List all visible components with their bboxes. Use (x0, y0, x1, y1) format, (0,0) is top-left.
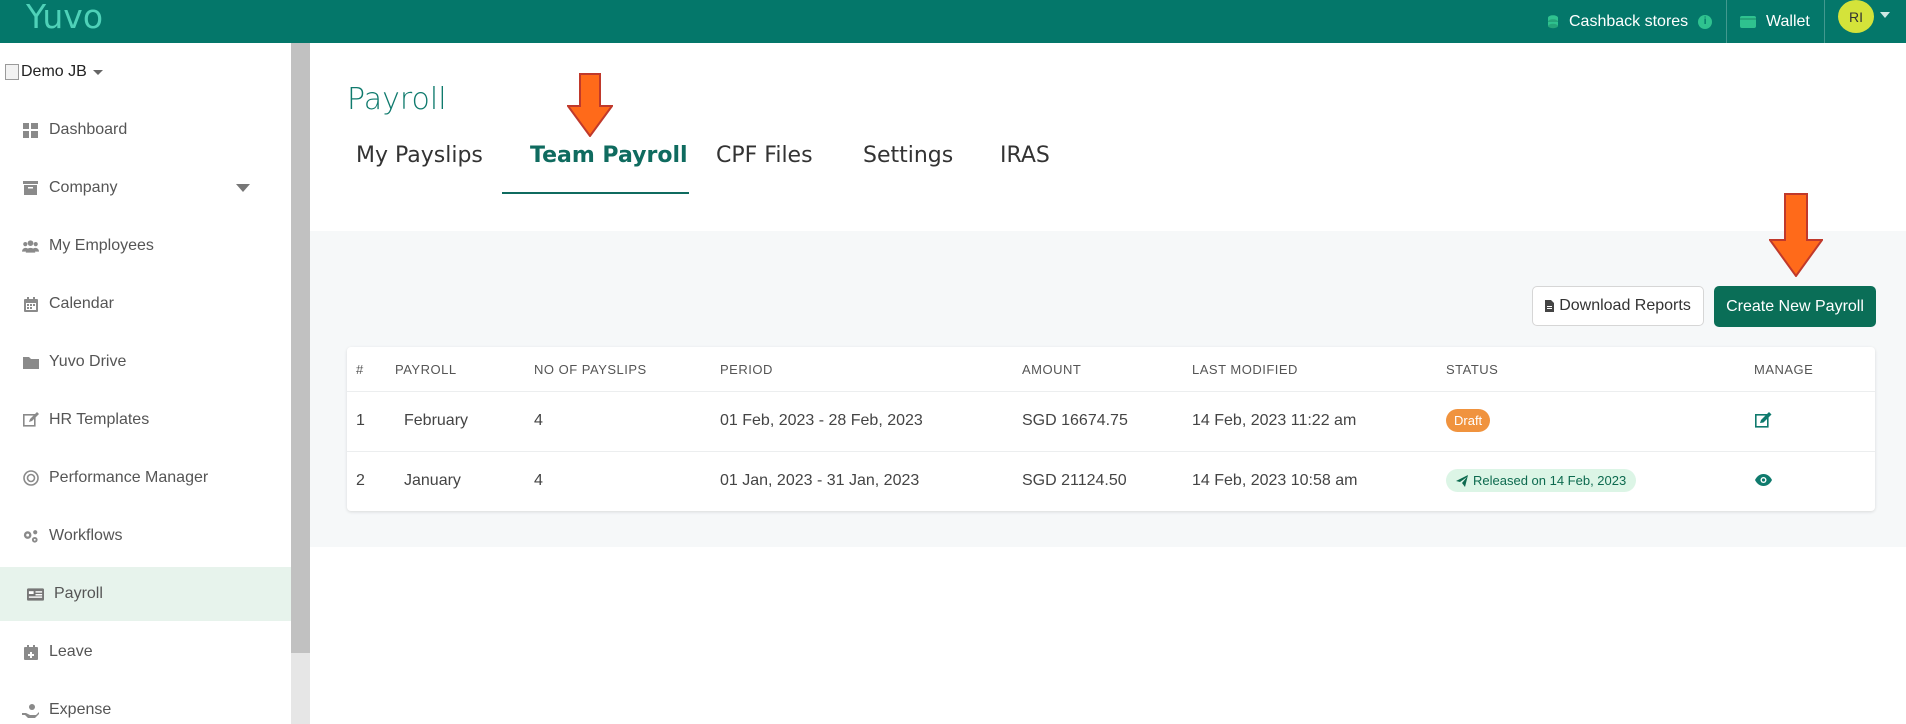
column-header: MANAGE (1754, 362, 1814, 377)
status-badge: Draft (1446, 409, 1491, 432)
sidebar-item-company[interactable]: Company (0, 161, 291, 215)
period: 01 Feb, 2023 - 28 Feb, 2023 (720, 412, 923, 429)
company-name: Demo JB (21, 63, 87, 80)
tab-cpf-files[interactable]: CPF Files (716, 143, 813, 168)
column-header: # (356, 362, 364, 377)
employees-icon (22, 238, 39, 255)
caret-down-icon (92, 69, 103, 75)
column-header: NO OF PAYSLIPS (534, 362, 647, 377)
payslip-count: 4 (534, 472, 543, 489)
sidebar-item-label: Workflows (49, 527, 123, 544)
row-number: 2 (356, 472, 365, 489)
active-tab-indicator (502, 192, 689, 194)
tab-team-payroll[interactable]: Team Payroll (530, 143, 688, 168)
create-new-payroll-button[interactable]: Create New Payroll (1714, 286, 1876, 327)
company-icon (22, 180, 39, 197)
page-title: Payroll (347, 82, 447, 117)
sidebar-item-dashboard[interactable]: Dashboard (0, 103, 291, 157)
sidebar-item-workflows[interactable]: Workflows (0, 509, 291, 563)
calendar-icon (22, 296, 39, 313)
sidebar-item-hr-templates[interactable]: HR Templates (0, 393, 291, 447)
payroll-name: January (404, 472, 461, 489)
annotation-arrow-down-icon (566, 73, 614, 142)
last-modified: 14 Feb, 2023 10:58 am (1192, 472, 1358, 489)
tab-my-payslips[interactable]: My Payslips (356, 143, 483, 168)
chevron-down-icon[interactable] (1880, 12, 1890, 18)
table-row[interactable]: 2 January 4 01 Jan, 2023 - 31 Jan, 2023 … (347, 451, 1875, 511)
hand-coin-icon (22, 702, 39, 719)
sidebar-item-expense[interactable]: Expense (0, 683, 291, 724)
eye-icon[interactable] (1754, 471, 1772, 489)
amount: SGD 21124.50 (1022, 472, 1127, 489)
sidebar-item-label: Dashboard (49, 121, 128, 138)
sidebar-item-performance-manager[interactable]: Performance Manager (0, 451, 291, 505)
wallet-link[interactable]: Wallet (1740, 0, 1810, 43)
download-reports-label: Download Reports (1559, 297, 1691, 314)
app-logo[interactable]: Yuvo (26, 0, 103, 34)
dashboard-icon (22, 122, 39, 139)
gears-icon (22, 528, 39, 545)
table-row[interactable]: 1 February 4 01 Feb, 2023 - 28 Feb, 2023… (347, 391, 1875, 451)
sidebar-item-label: Calendar (49, 295, 114, 312)
status-badge: Released on 14 Feb, 2023 (1446, 469, 1637, 492)
top-navbar: Yuvo Cashback stores i Wallet RI (0, 0, 1906, 43)
sidebar-item-my-employees[interactable]: My Employees (0, 219, 291, 273)
tab-settings[interactable]: Settings (863, 143, 953, 168)
annotation-arrow-down-icon (1768, 193, 1824, 282)
amount: SGD 16674.75 (1022, 412, 1128, 429)
topbar-divider (1824, 0, 1825, 43)
info-icon[interactable]: i (1698, 14, 1713, 29)
chevron-down-icon[interactable] (236, 184, 250, 192)
payroll-table: # PAYROLL NO OF PAYSLIPS PERIOD AMOUNT L… (347, 347, 1875, 511)
payslip-count: 4 (534, 412, 543, 429)
company-logo-image (5, 64, 19, 80)
sidebar-item-label: Company (49, 179, 118, 196)
period: 01 Jan, 2023 - 31 Jan, 2023 (720, 472, 920, 489)
user-avatar[interactable]: RI (1838, 0, 1874, 33)
cashback-stores-link[interactable]: Cashback stores i (1545, 0, 1713, 43)
sidebar-item-label: Yuvo Drive (49, 353, 127, 370)
last-modified: 14 Feb, 2023 11:22 am (1192, 412, 1357, 429)
download-reports-button[interactable]: Download Reports (1532, 286, 1704, 326)
sidebar-item-label: Performance Manager (49, 469, 209, 486)
wallet-icon (1740, 15, 1756, 29)
column-header: PAYROLL (395, 362, 457, 377)
paper-plane-icon (1456, 474, 1468, 487)
sidebar-item-label: My Employees (49, 237, 154, 254)
sidebar-item-calendar[interactable]: Calendar (0, 277, 291, 331)
id-card-icon (27, 586, 44, 603)
target-icon (22, 470, 39, 487)
status-label: Released on 14 Feb, 2023 (1473, 473, 1627, 488)
column-header: AMOUNT (1022, 362, 1082, 377)
topbar-divider (1726, 0, 1727, 43)
wallet-label: Wallet (1766, 12, 1810, 30)
file-icon (1545, 300, 1555, 312)
cashback-label: Cashback stores (1569, 12, 1689, 30)
sidebar-item-label: Payroll (54, 585, 103, 602)
edit-icon[interactable] (1754, 411, 1772, 429)
column-header: STATUS (1446, 362, 1499, 377)
company-switcher[interactable]: Demo JB (5, 63, 103, 81)
sidebar-item-yuvo-drive[interactable]: Yuvo Drive (0, 335, 291, 389)
sidebar-item-leave[interactable]: Leave (0, 625, 291, 679)
calendar-plus-icon (22, 644, 39, 661)
sidebar-scrollbar-thumb[interactable] (291, 43, 310, 653)
edit-icon (22, 412, 39, 429)
sidebar-item-payroll[interactable]: Payroll (0, 567, 291, 621)
column-header: PERIOD (720, 362, 773, 377)
row-number: 1 (356, 412, 365, 429)
column-header: LAST MODIFIED (1192, 362, 1298, 377)
folder-icon (22, 354, 39, 371)
sidebar-item-label: Expense (49, 701, 112, 718)
tab-iras[interactable]: IRAS (1000, 143, 1050, 168)
sidebar-item-label: Leave (49, 643, 93, 660)
payroll-name: February (404, 412, 469, 429)
coins-icon (1545, 14, 1561, 30)
sidebar-item-label: HR Templates (49, 411, 150, 428)
